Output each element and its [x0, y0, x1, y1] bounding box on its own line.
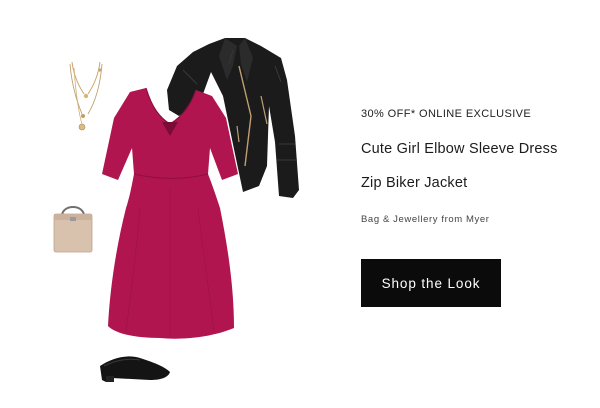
- shop-the-look-button[interactable]: Shop the Look: [361, 259, 501, 307]
- product-link-jacket[interactable]: Zip Biker Jacket: [361, 175, 467, 191]
- product-link-dress[interactable]: Cute Girl Elbow Sleeve Dress: [361, 141, 558, 157]
- shop-the-look-banner: 30% OFF* ONLINE EXCLUSIVE Cute Girl Elbo…: [0, 0, 600, 408]
- promo-headline: 30% OFF* ONLINE EXCLUSIVE: [361, 108, 532, 120]
- accessories-credit: Bag & Jewellery from Myer: [361, 214, 490, 225]
- bag-image[interactable]: [52, 200, 94, 254]
- outfit-flatlay: [0, 0, 330, 408]
- dress-image[interactable]: [100, 87, 240, 340]
- shoe-image[interactable]: [98, 350, 172, 384]
